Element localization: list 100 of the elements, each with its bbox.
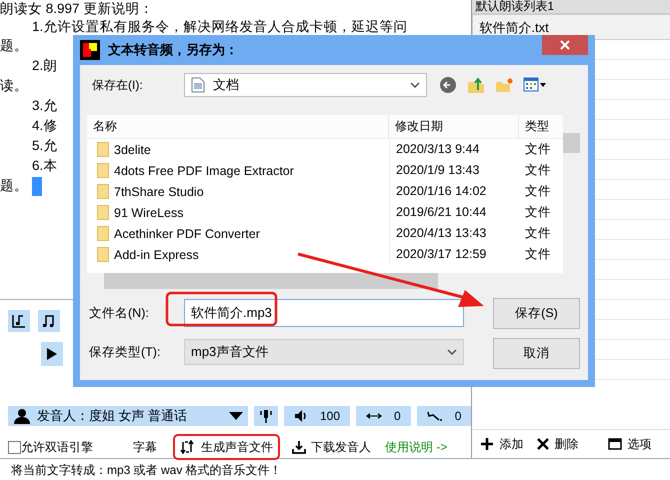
column-header[interactable]: 类型 (519, 115, 559, 138)
file-type: 文件 (524, 183, 552, 200)
editor-text-line: 1.允许设置私有服务令，解决网络发音人合成卡顿，延迟等问 (31, 18, 408, 36)
file-row[interactable]: 4dots Free PDF Image Extractor 2020/1/9 13:43 文件 (87, 160, 563, 181)
play-icon (46, 346, 58, 361)
file-date: 2019/6/21 10:44 (389, 202, 519, 223)
save-in-value: 文档 (213, 76, 240, 94)
file-name: 3delite (114, 142, 151, 156)
music-note-icon (41, 312, 57, 329)
file-date: 2020/1/9 13:43 (389, 160, 519, 181)
folder-up-icon[interactable] (467, 76, 485, 94)
options-button[interactable]: 选项 (608, 436, 652, 452)
voice-name: 发音人：度姐 女声 普通话 (37, 407, 188, 425)
subtitle-button[interactable]: 字幕 (133, 438, 157, 456)
editor-text-line: 题。 (0, 37, 28, 55)
file-type: 文件 (524, 141, 552, 158)
pitch-curve-icon (426, 411, 443, 421)
microphone-icon (259, 408, 273, 424)
editor-text-line: 题。 (0, 177, 28, 195)
speed-control[interactable]: 0 (356, 406, 411, 426)
close-icon (537, 438, 550, 450)
dialog-title: 文本转音频，另存为： (108, 41, 239, 59)
new-folder-icon[interactable] (495, 76, 513, 94)
playlist-dropdown[interactable]: 默认朗读列表1 (472, 0, 670, 14)
music-note-button[interactable] (38, 310, 60, 332)
editor-text-line: 6.本 (31, 157, 58, 175)
save-in-label: 保存在(I): (91, 76, 144, 94)
speaker-icon (294, 409, 308, 423)
download-voice-button[interactable]: 下载发音人 (292, 438, 371, 456)
note-box-icon (11, 312, 27, 329)
folder-icon (97, 184, 109, 199)
file-name: Acethinker PDF Converter (114, 226, 260, 240)
add-button[interactable]: 添加 (480, 436, 524, 452)
convert-arrows-icon (180, 440, 196, 454)
delete-button[interactable]: 删除 (537, 436, 578, 452)
file-type: 文件 (524, 225, 552, 242)
file-date: 2020/4/13 13:43 (389, 223, 519, 244)
chevron-down-icon (447, 349, 457, 355)
file-type-dropdown[interactable]: mp3声音文件 (184, 339, 464, 365)
note-box-button[interactable] (8, 310, 30, 332)
chevron-down-icon (410, 82, 420, 88)
save-in-dropdown[interactable]: 文档 (184, 73, 427, 97)
volume-control[interactable]: 100 (284, 406, 350, 426)
dropdown-arrow-icon (229, 412, 243, 420)
column-header[interactable]: 修改日期 (389, 115, 519, 138)
file-row[interactable]: 91 WireLess 2019/6/21 10:44 文件 (87, 202, 563, 223)
voice-dropdown[interactable]: 发音人：度姐 女声 普通话 (8, 406, 248, 426)
text-cursor (32, 177, 42, 196)
plus-icon (480, 437, 494, 451)
document-icon (191, 77, 205, 93)
folder-icon (97, 226, 109, 241)
file-date: 2020/1/16 14:02 (389, 181, 519, 202)
window-icon (608, 438, 622, 450)
help-link[interactable]: 使用说明 -> (385, 438, 448, 456)
cancel-button[interactable]: 取消 (493, 338, 580, 369)
pitch-control[interactable]: 0 (416, 406, 472, 426)
speed-value: 0 (394, 409, 401, 423)
file-name: 7thShare Studio (114, 184, 204, 198)
file-type: 文件 (524, 246, 552, 263)
file-row[interactable]: 3delite 2020/3/13 9:44 文件 (87, 139, 563, 160)
file-name: 91 WireLess (114, 206, 184, 220)
microphone-button[interactable] (254, 406, 278, 426)
editor-text-line: 4.修 (31, 117, 58, 135)
app-logo-icon (80, 40, 100, 60)
pitch-value: 0 (454, 409, 462, 423)
back-icon[interactable] (439, 76, 457, 94)
folder-icon (97, 163, 109, 178)
filename-label: 文件名(N): (88, 304, 150, 322)
double-arrow-icon (366, 412, 382, 420)
file-date: 2020/3/17 12:59 (389, 244, 519, 265)
file-type: 文件 (524, 162, 552, 179)
file-name: 4dots Free PDF Image Extractor (114, 164, 294, 178)
editor-text-line: 2.朗 (31, 57, 58, 75)
file-name: Add-in Express (114, 248, 199, 262)
person-icon (13, 408, 31, 424)
editor-text-line: 朗读女 8.997 更新说明： (0, 0, 154, 18)
file-row[interactable]: Acethinker PDF Converter 2020/4/13 13:43 文件 (87, 223, 563, 244)
volume-value: 100 (320, 409, 340, 423)
checkbox-square[interactable] (8, 440, 21, 454)
download-icon (292, 440, 306, 454)
generate-audio-button[interactable]: 生成声音文件 (175, 436, 278, 458)
status-bar: 将当前文字转成：mp3 或者 wav 格式的音乐文件！ (0, 458, 670, 480)
folder-icon (97, 247, 109, 262)
close-icon (560, 40, 570, 50)
filename-field[interactable]: 软件简介.mp3 (184, 299, 464, 327)
column-header[interactable]: 名称 (87, 115, 389, 138)
bilingual-checkbox[interactable]: 允许双语引擎 (8, 438, 93, 456)
close-button[interactable] (542, 35, 588, 55)
view-menu-icon[interactable] (523, 76, 547, 94)
editor-text-line: 读。 (0, 77, 28, 95)
file-row[interactable]: Add-in Express 2020/3/17 12:59 文件 (87, 244, 563, 265)
folder-icon (97, 142, 109, 157)
file-date: 2020/3/13 9:44 (389, 139, 519, 160)
save-button[interactable]: 保存(S) (493, 298, 580, 329)
file-row[interactable]: 7thShare Studio 2020/1/16 14:02 文件 (87, 181, 563, 202)
folder-icon (97, 205, 109, 220)
editor-text-line: 5.允 (31, 137, 58, 155)
play-button[interactable] (41, 342, 63, 366)
editor-text-line: 3.允 (31, 97, 58, 115)
checkbox-label: 允许双语引擎 (21, 438, 93, 456)
